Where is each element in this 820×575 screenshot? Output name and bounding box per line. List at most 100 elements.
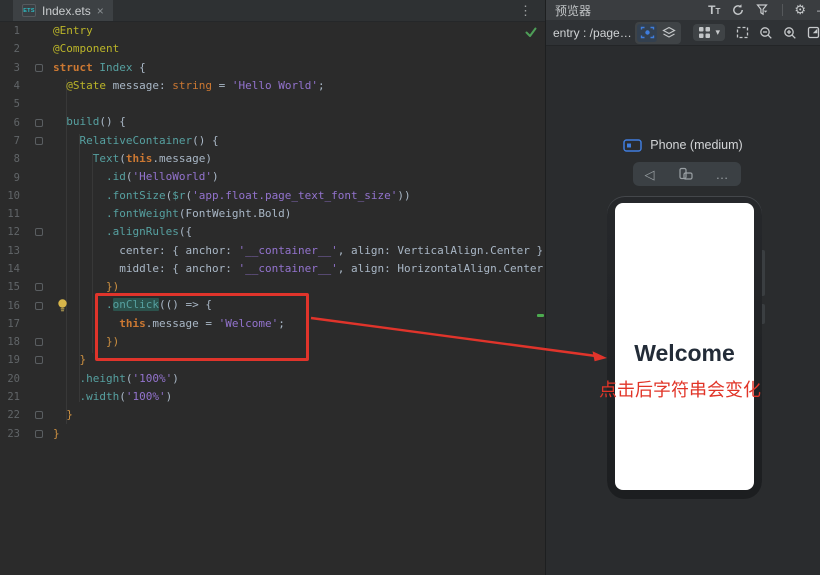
line-number: 5: [0, 98, 20, 110]
gutter-row: 8: [0, 150, 48, 168]
editor-gutter[interactable]: 1234567891011121314151617181920212223: [0, 22, 48, 443]
line-number: 10: [0, 190, 20, 202]
code-line: .alignRules({: [53, 223, 545, 241]
phone-device-icon: [623, 139, 642, 152]
gutter-row: 16: [0, 296, 48, 314]
code-line: .id('HelloWorld'): [53, 168, 545, 186]
gutter-row: 20: [0, 370, 48, 388]
line-number: 13: [0, 245, 20, 257]
previewer-canvas: Phone (medium) ◁ … Welcome: [546, 46, 820, 575]
ide-window: ETS Index.ets × ⋮ 1234567891011121314151…: [0, 0, 820, 575]
line-number: 7: [0, 135, 20, 147]
grid-view-icon: [698, 26, 711, 39]
line-number: 19: [0, 354, 20, 366]
fold-marker-icon[interactable]: [35, 356, 43, 364]
fold-marker-icon[interactable]: [35, 283, 43, 291]
line-number: 20: [0, 373, 20, 385]
line-number: 6: [0, 117, 20, 129]
tab-close-icon[interactable]: ×: [97, 5, 104, 17]
gutter-row: 14: [0, 260, 48, 278]
code-line: .fontWeight(FontWeight.Bold): [53, 205, 545, 223]
line-number: 3: [0, 62, 20, 74]
gutter-row: 13: [0, 242, 48, 260]
preview-nav-bar: ◁ …: [633, 162, 741, 186]
editor-pane: ETS Index.ets × ⋮ 1234567891011121314151…: [0, 0, 546, 575]
fit-to-screen-icon[interactable]: [807, 26, 820, 39]
code-line: }: [53, 406, 545, 424]
code-line: Text(this.message): [53, 150, 545, 168]
refresh-icon[interactable]: [731, 3, 745, 17]
gutter-row: 18: [0, 333, 48, 351]
line-number: 22: [0, 409, 20, 421]
filter-funnel-icon[interactable]: [756, 3, 771, 17]
device-label: Phone (medium): [650, 138, 742, 152]
line-number: 4: [0, 80, 20, 92]
gutter-row: 11: [0, 205, 48, 223]
fold-marker-icon[interactable]: [35, 228, 43, 236]
selection-frame-icon[interactable]: [736, 26, 749, 39]
code-editor[interactable]: 1234567891011121314151617181920212223 @E…: [0, 22, 545, 575]
fold-marker-icon[interactable]: [35, 430, 43, 438]
phone-volume-button: [762, 250, 765, 296]
line-number: 11: [0, 208, 20, 220]
line-number: 15: [0, 281, 20, 293]
gutter-row: 7: [0, 132, 48, 150]
code-line: build() {: [53, 113, 545, 131]
preview-welcome-text: Welcome: [615, 340, 754, 367]
ets-file-icon: ETS: [22, 4, 36, 17]
page-selector[interactable]: entry : /page…: [553, 26, 635, 40]
fold-marker-icon[interactable]: [35, 338, 43, 346]
tab-index-ets[interactable]: ETS Index.ets ×: [13, 0, 113, 21]
line-number: 9: [0, 172, 20, 184]
tab-options-kebab-icon[interactable]: ⋮: [519, 4, 532, 17]
fold-marker-icon[interactable]: [35, 137, 43, 145]
previewer-toolbar: entry : /page…: [546, 20, 820, 46]
fold-marker-icon[interactable]: [35, 64, 43, 72]
gutter-row: 23: [0, 425, 48, 443]
gutter-row: 12: [0, 223, 48, 241]
code-line: middle: { anchor: '__container__', align…: [53, 260, 545, 278]
code-line: @Entry: [53, 22, 545, 40]
phone-mockup: Welcome: [607, 196, 762, 499]
gutter-row: 5: [0, 95, 48, 113]
annotation-rectangle: [95, 293, 309, 361]
back-icon[interactable]: ◁: [645, 168, 655, 181]
annotation-note-text: 点击后字符串会变化: [599, 376, 761, 402]
line-number: 12: [0, 226, 20, 238]
chevron-down-icon: ▾: [715, 27, 720, 38]
code-line: .width('100%'): [53, 388, 545, 406]
gutter-row: 2: [0, 40, 48, 58]
toolbar-separator: [782, 4, 783, 16]
settings-gear-icon[interactable]: ⚙: [794, 2, 806, 18]
rotate-device-icon[interactable]: [678, 167, 693, 181]
gutter-row: 22: [0, 406, 48, 424]
component-inspect-button[interactable]: [637, 24, 657, 42]
zoom-in-icon[interactable]: [783, 26, 797, 40]
gutter-row: 9: [0, 168, 48, 186]
gutter-row: 17: [0, 315, 48, 333]
fold-marker-icon[interactable]: [35, 302, 43, 310]
line-number: 14: [0, 263, 20, 275]
code-line: struct Index {: [53, 59, 545, 77]
gutter-row: 4: [0, 77, 48, 95]
phone-screen[interactable]: Welcome: [615, 203, 754, 490]
line-number: 16: [0, 300, 20, 312]
fold-marker-icon[interactable]: [35, 411, 43, 419]
layers-button[interactable]: [659, 24, 679, 42]
intention-lightbulb-icon[interactable]: [56, 298, 69, 312]
gutter-row: 15: [0, 278, 48, 296]
line-number: 21: [0, 391, 20, 403]
code-line: @State message: string = 'Hello World';: [53, 77, 545, 95]
font-size-icon[interactable]: TT: [708, 3, 720, 17]
inspection-ok-check-icon[interactable]: [524, 25, 538, 39]
code-line: }: [53, 425, 545, 443]
more-ellipsis-icon[interactable]: …: [716, 168, 730, 181]
code-area[interactable]: @Entry@Componentstruct Index { @State me…: [53, 22, 545, 443]
gutter-row: 6: [0, 113, 48, 131]
gutter-row: 10: [0, 187, 48, 205]
view-mode-dropdown[interactable]: ▾: [693, 24, 725, 41]
fold-marker-icon[interactable]: [35, 119, 43, 127]
zoom-out-icon[interactable]: [759, 26, 773, 40]
code-line: center: { anchor: '__container__', align…: [53, 242, 545, 260]
code-line: [53, 95, 545, 113]
